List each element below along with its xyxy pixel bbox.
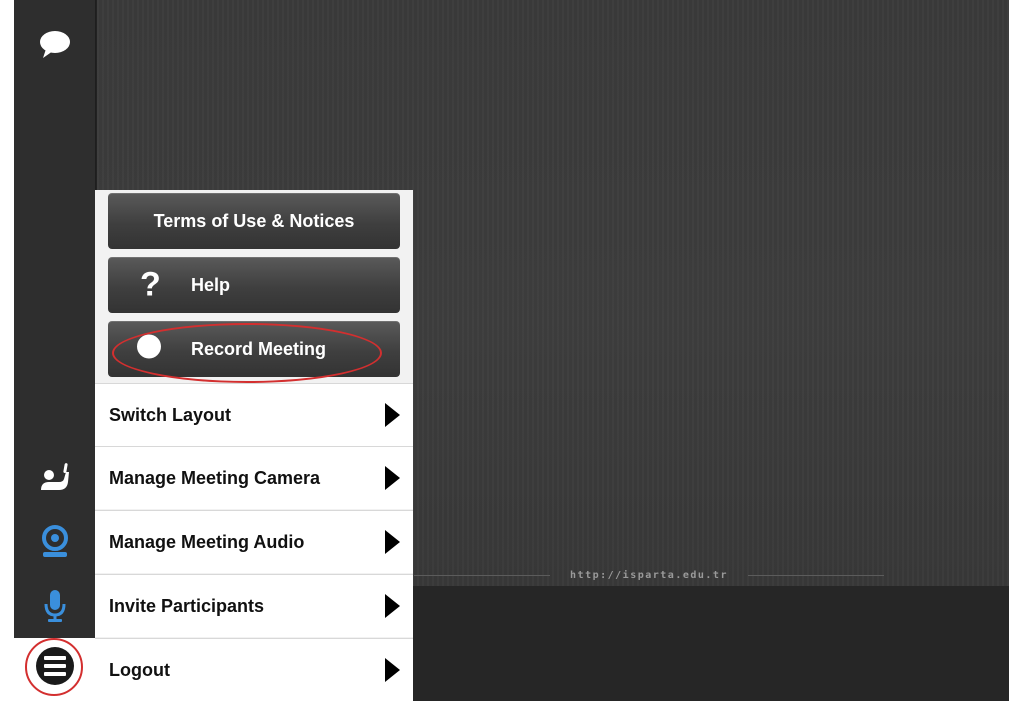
watermark-line-left bbox=[414, 574, 551, 576]
logout-label: Logout bbox=[109, 659, 170, 680]
question-mark-icon: ? bbox=[140, 265, 161, 304]
webcam-icon bbox=[41, 525, 68, 557]
switch-layout-label: Switch Layout bbox=[109, 404, 232, 425]
settings-menu-panel: Terms of Use & Notices ? Help Record Mee… bbox=[95, 190, 413, 701]
watermark-line-right bbox=[747, 574, 884, 576]
microphone-button[interactable] bbox=[14, 574, 95, 638]
terms-of-use-button[interactable]: Terms of Use & Notices bbox=[108, 193, 400, 249]
arrow-right-icon bbox=[385, 530, 400, 554]
invite-participants-label: Invite Participants bbox=[109, 595, 265, 616]
record-meeting-label: Record Meeting bbox=[191, 338, 327, 359]
record-meeting-button[interactable]: Record Meeting bbox=[108, 321, 400, 377]
watermark-url: http://isparta.edu.tr bbox=[570, 569, 728, 581]
chat-bubble-icon bbox=[39, 31, 70, 58]
invite-participants-item[interactable]: Invite Participants bbox=[95, 574, 413, 637]
terms-of-use-label: Terms of Use & Notices bbox=[153, 210, 355, 231]
arrow-right-icon bbox=[385, 658, 400, 682]
hamburger-menu-icon bbox=[35, 646, 74, 685]
watermark-banner: http://isparta.edu.tr bbox=[414, 567, 884, 583]
chat-button[interactable] bbox=[14, 12, 95, 76]
help-button[interactable]: ? Help bbox=[108, 257, 400, 313]
microphone-icon bbox=[44, 590, 65, 622]
meeting-app-window: http://isparta.edu.tr Terms of Use & Not… bbox=[14, 0, 1009, 701]
menu-button[interactable] bbox=[14, 638, 95, 701]
manage-meeting-audio-item[interactable]: Manage Meeting Audio bbox=[95, 510, 413, 573]
manage-meeting-audio-label: Manage Meeting Audio bbox=[109, 531, 305, 552]
manage-meeting-camera-label: Manage Meeting Camera bbox=[109, 467, 321, 488]
logout-item[interactable]: Logout bbox=[95, 638, 413, 701]
arrow-right-icon bbox=[385, 466, 400, 490]
camera-button[interactable] bbox=[14, 510, 95, 574]
raise-hand-button[interactable] bbox=[14, 446, 95, 510]
arrow-right-icon bbox=[385, 403, 400, 427]
help-label: Help bbox=[191, 274, 231, 295]
arrow-right-icon bbox=[385, 594, 400, 618]
record-toggle-icon bbox=[136, 334, 162, 365]
switch-layout-item[interactable]: Switch Layout bbox=[95, 383, 413, 446]
left-sidebar bbox=[14, 0, 96, 701]
raise-hand-icon bbox=[40, 463, 69, 490]
manage-meeting-camera-item[interactable]: Manage Meeting Camera bbox=[95, 446, 413, 509]
